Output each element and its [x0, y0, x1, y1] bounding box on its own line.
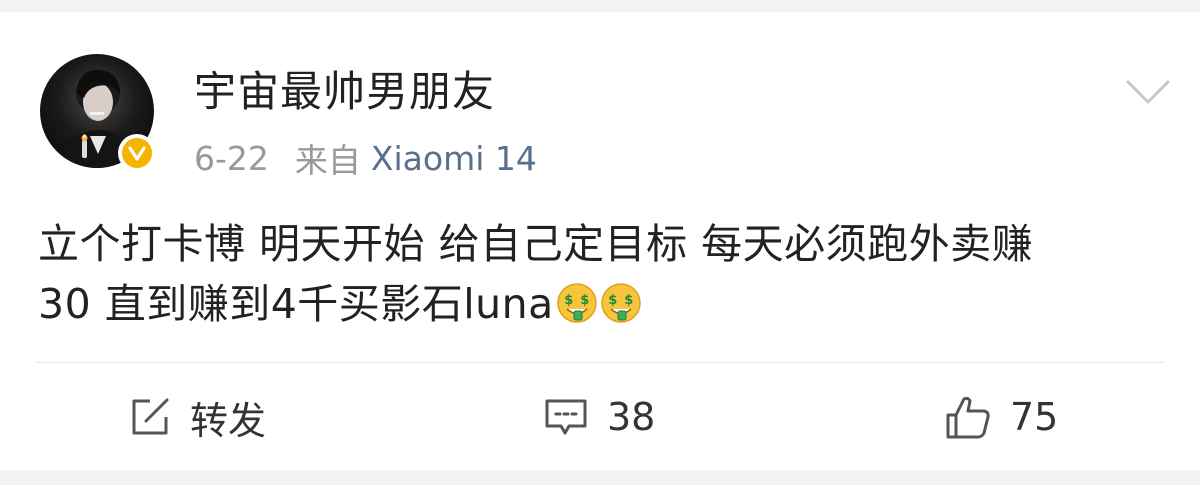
- verified-v-icon: [122, 138, 152, 168]
- author-name[interactable]: 宇宙最帅男朋友: [194, 64, 495, 120]
- thumbs-up-icon: [946, 396, 990, 439]
- source-device-link[interactable]: Xiaomi 14: [371, 139, 537, 178]
- post-card: 宇宙最帅男朋友 6-22 来自 Xiaomi 14 立个打卡博 明天开始 给自己…: [0, 12, 1200, 470]
- post-date: 6-22: [194, 138, 269, 178]
- repost-button[interactable]: 转发: [128, 392, 267, 443]
- post-meta: 6-22 来自 Xiaomi 14: [194, 136, 537, 181]
- like-button[interactable]: 75: [944, 392, 1058, 442]
- post-text-line-with-emoji: 30 直到赚到4千买影石luna $ $ $ $: [38, 274, 1158, 334]
- post-text: 立个打卡博 明天开始 给自己定目标 每天必须跑外卖赚 30 直到赚到4千买影石l…: [38, 214, 1158, 334]
- verified-badge: [118, 134, 156, 172]
- svg-text:$: $: [624, 293, 634, 308]
- divider: [36, 362, 1164, 363]
- svg-text:$: $: [580, 293, 590, 308]
- repost-label: 转发: [190, 398, 267, 443]
- like-count: 75: [1010, 395, 1059, 439]
- comment-button[interactable]: 38: [543, 392, 655, 442]
- money-mouth-face-emoji-icon: $ $: [600, 282, 642, 324]
- source-prefix: 来自: [294, 141, 361, 180]
- money-mouth-face-emoji-icon: $ $: [556, 282, 598, 324]
- repost-icon: [132, 398, 169, 435]
- post-text-line: 立个打卡博 明天开始 给自己定目标 每天必须跑外卖赚: [38, 220, 1034, 268]
- post-text-line: 30 直到赚到4千买影石luna: [38, 280, 554, 328]
- chevron-down-icon[interactable]: [1124, 74, 1172, 110]
- comment-count: 38: [607, 395, 656, 439]
- svg-text:$: $: [564, 293, 574, 308]
- svg-text:$: $: [608, 293, 618, 308]
- comment-icon: [545, 399, 587, 435]
